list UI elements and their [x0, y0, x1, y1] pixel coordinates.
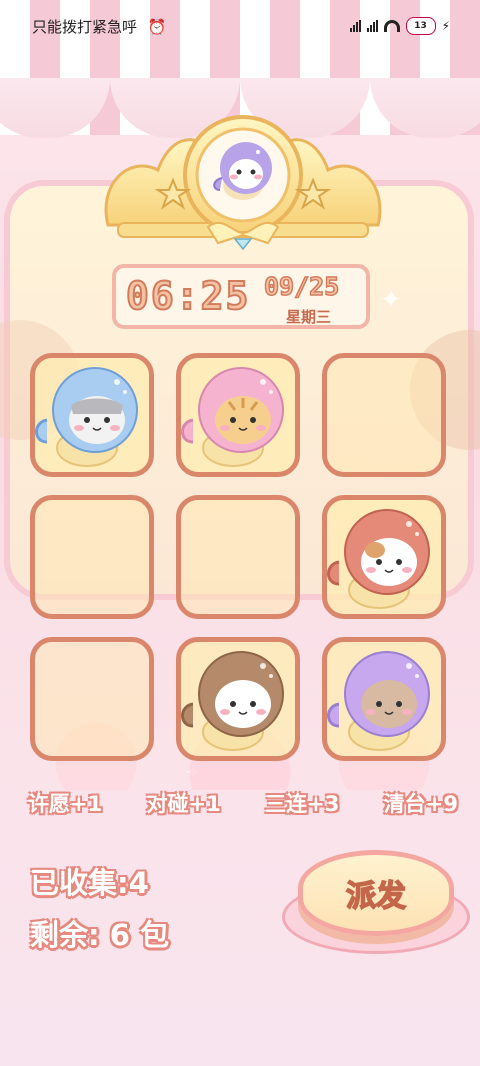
bonus-wish: 许愿+1	[28, 792, 103, 816]
deal-button[interactable]: 派发	[298, 850, 454, 936]
brown-hood-character-icon	[181, 651, 284, 751]
grid-cell-8[interactable]	[176, 637, 300, 761]
collected-count: 已收集:4	[30, 866, 149, 900]
lilac-hood-character-icon	[327, 651, 430, 751]
grid-cell-2[interactable]	[176, 353, 300, 477]
red-hood-character-icon	[327, 509, 430, 609]
alarm-icon: ⏰	[147, 17, 167, 36]
deal-button-label: 派发	[345, 878, 407, 915]
crown-frame	[104, 115, 382, 251]
grid-cell-5[interactable]	[176, 495, 300, 619]
battery-level: 13	[414, 21, 427, 31]
status-bar: 只能拨打紧急呼 ⏰ 13 ⚡	[0, 0, 480, 52]
sparkle-icon: ✦	[380, 285, 402, 315]
bonus-row: 许愿+1 对碰+1 三连+3 清台+9	[28, 788, 458, 818]
battery-icon: 13	[405, 17, 436, 35]
grid-cell-7[interactable]	[30, 637, 154, 761]
grid-cell-4[interactable]	[30, 495, 154, 619]
carrier-text: 只能拨打紧急呼	[32, 17, 138, 36]
clock-widget: 06:25 09/25 星期三	[112, 264, 370, 329]
grid-cell-9[interactable]	[322, 637, 446, 761]
bonus-triple: 三连+3	[265, 792, 340, 816]
status-right: 13 ⚡	[349, 17, 450, 35]
signal-icon	[349, 20, 361, 32]
grid-cell-6[interactable]	[322, 495, 446, 619]
charging-icon: ⚡	[441, 19, 450, 33]
bonus-pair: 对碰+1	[146, 792, 221, 816]
clock-date: 09/25	[263, 271, 340, 302]
grid-cell-3[interactable]	[322, 353, 446, 477]
status-left: 只能拨打紧急呼 ⏰	[32, 16, 166, 37]
wifi-icon	[383, 20, 400, 32]
blue-hood-character-icon	[35, 367, 138, 467]
clock-time: 06:25	[125, 273, 251, 319]
signal-icon-2	[366, 20, 378, 32]
pink-hood-character-icon	[181, 367, 284, 467]
card-grid	[30, 353, 450, 765]
grid-cell-1[interactable]	[30, 353, 154, 477]
remaining-packs: 剩余: 6 包	[30, 918, 169, 952]
clock-weekday: 星期三	[286, 308, 332, 326]
bonus-clear: 清台+9	[383, 792, 458, 816]
